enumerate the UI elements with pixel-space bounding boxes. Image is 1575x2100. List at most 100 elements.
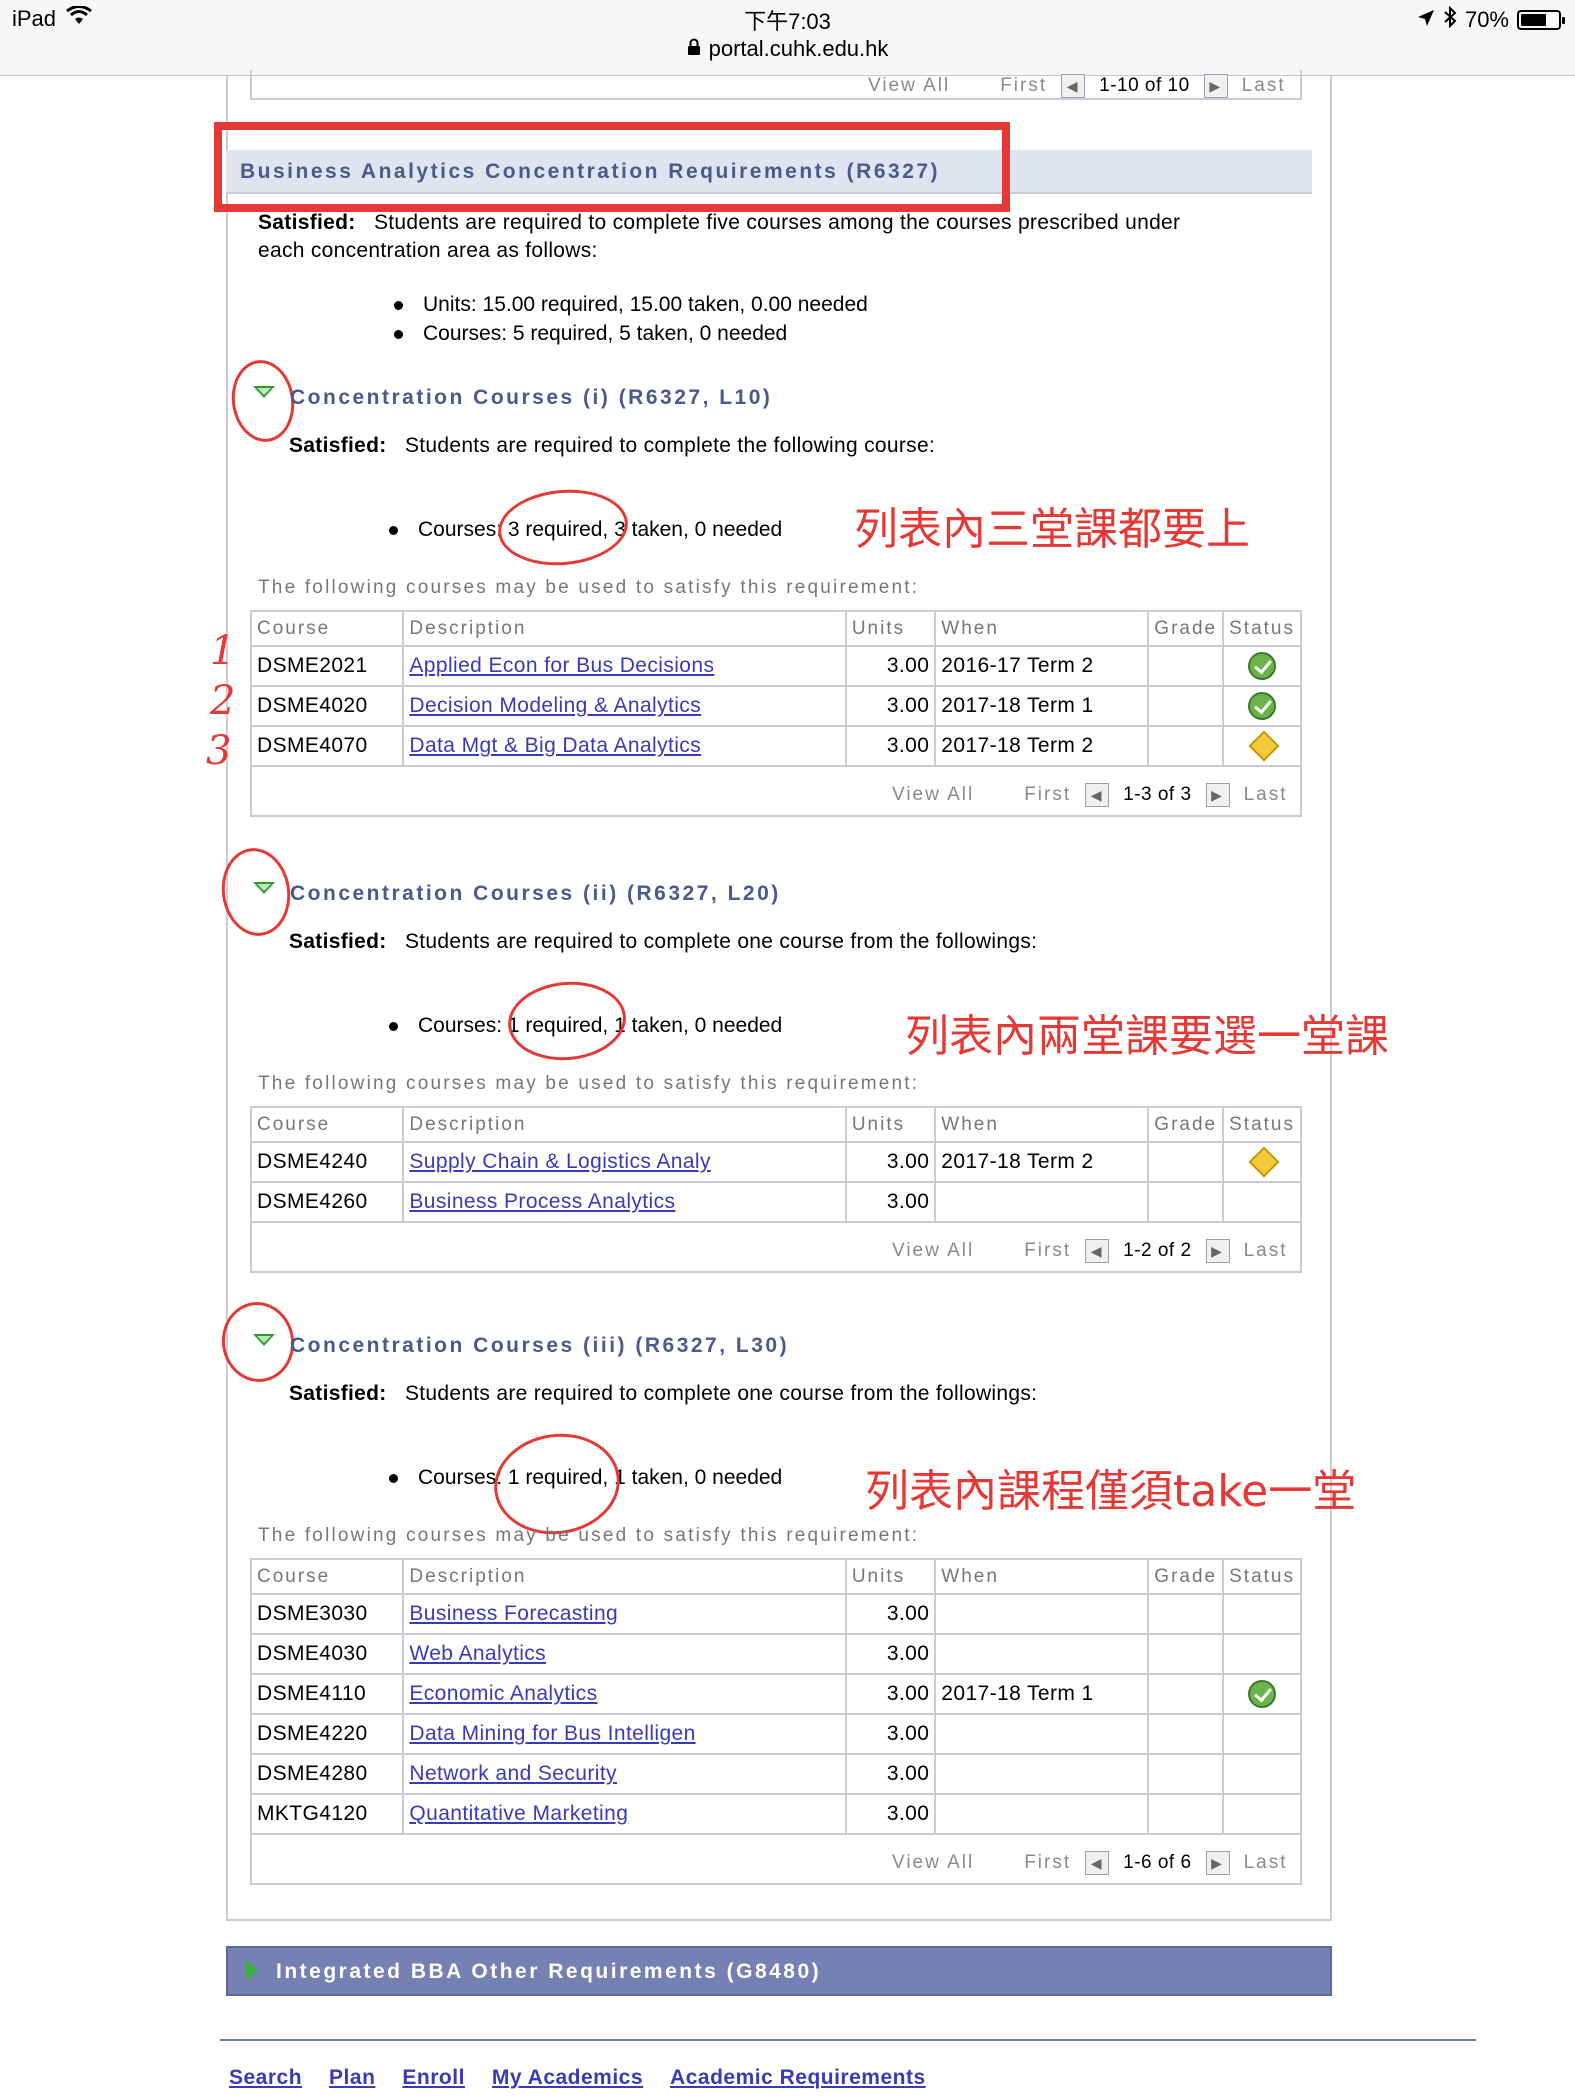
column-header-status[interactable]: Status bbox=[1223, 1560, 1300, 1595]
footer-divider bbox=[220, 2039, 1476, 2041]
column-header-units[interactable]: Units bbox=[845, 1108, 937, 1143]
table-row: DSME4110 Economic Analytics 3.00 2017-18… bbox=[252, 1674, 1300, 1715]
other-requirements-header[interactable]: Integrated BBA Other Requirements (G8480… bbox=[226, 1946, 1332, 1996]
table-row: MKTG4120 Quantitative Marketing 3.00 bbox=[252, 1794, 1300, 1835]
next-arrow-icon[interactable]: ▶ bbox=[1205, 1239, 1230, 1263]
courses-table: Course Description Units When Grade Stat… bbox=[250, 610, 1302, 817]
in-progress-diamond-icon bbox=[1248, 1146, 1280, 1179]
url-text: portal.cuhk.edu.hk bbox=[708, 36, 889, 61]
course-link[interactable]: Business Forecasting bbox=[409, 1602, 618, 1625]
units-cell: 3.00 bbox=[845, 1182, 937, 1223]
page-count: 1-10 of 10 bbox=[1099, 75, 1190, 96]
column-header-grade[interactable]: Grade bbox=[1148, 1560, 1225, 1595]
column-header-grade[interactable]: Grade bbox=[1148, 612, 1225, 647]
first-link[interactable]: First bbox=[1000, 75, 1047, 97]
course-link[interactable]: Business Process Analytics bbox=[409, 1190, 675, 1213]
handwritten-note: 列表內三堂課都要上 bbox=[854, 504, 1250, 555]
prev-arrow-icon[interactable]: ◀ bbox=[1061, 74, 1086, 98]
course-link[interactable]: Web Analytics bbox=[409, 1642, 546, 1665]
column-header-description[interactable]: Description bbox=[403, 612, 847, 647]
course-link[interactable]: Supply Chain & Logistics Analy bbox=[409, 1150, 711, 1173]
nav-link-plan[interactable]: Plan bbox=[329, 2066, 375, 2090]
prev-arrow-icon[interactable]: ◀ bbox=[1085, 783, 1110, 807]
last-link[interactable]: Last bbox=[1244, 1240, 1288, 1262]
grade-cell bbox=[1148, 1142, 1225, 1183]
handwritten-note: 列表內課程僅須take一堂 bbox=[865, 1466, 1357, 1517]
units-cell: 3.00 bbox=[845, 1754, 937, 1795]
when-cell: 2016-17 Term 2 bbox=[935, 646, 1150, 687]
units-cell: 3.00 bbox=[845, 1794, 937, 1835]
units-cell: 3.00 bbox=[845, 1594, 937, 1635]
course-link[interactable]: Data Mgt & Big Data Analytics bbox=[409, 734, 701, 757]
first-link[interactable]: First bbox=[1024, 1852, 1071, 1874]
table-pager: View All First ◀ 1-3 of 3 ▶ Last bbox=[892, 783, 1287, 807]
column-header-course[interactable]: Course bbox=[252, 1560, 405, 1595]
courses-bullet: Courses: 5 required, 5 taken, 0 needed bbox=[394, 322, 787, 346]
units-bullet: Units: 15.00 required, 15.00 taken, 0.00… bbox=[394, 293, 868, 317]
grade-cell bbox=[1148, 1754, 1225, 1795]
column-header-units[interactable]: Units bbox=[845, 612, 937, 647]
units-cell: 3.00 bbox=[845, 1142, 937, 1183]
course-link[interactable]: Data Mining for Bus Intelligen bbox=[409, 1722, 695, 1745]
address-bar[interactable]: portal.cuhk.edu.hk bbox=[0, 36, 1575, 62]
column-header-description[interactable]: Description bbox=[403, 1108, 847, 1143]
units-cell: 3.00 bbox=[845, 1634, 937, 1675]
grade-cell bbox=[1148, 726, 1225, 767]
nav-link-enroll[interactable]: Enroll bbox=[402, 2066, 465, 2090]
last-link[interactable]: Last bbox=[1244, 784, 1288, 806]
expand-triangle-icon[interactable] bbox=[246, 1960, 258, 1980]
first-link[interactable]: First bbox=[1024, 784, 1071, 806]
next-arrow-icon[interactable]: ▶ bbox=[1205, 1851, 1230, 1875]
column-header-status[interactable]: Status bbox=[1223, 1108, 1300, 1143]
when-cell bbox=[935, 1714, 1150, 1755]
course-link[interactable]: Quantitative Marketing bbox=[409, 1802, 628, 1825]
group-title: Concentration Courses (ii) (R6327, L20) bbox=[290, 882, 781, 905]
course-code: DSME4240 bbox=[252, 1142, 405, 1183]
course-link[interactable]: Network and Security bbox=[409, 1762, 617, 1785]
view-all-link[interactable]: View All bbox=[892, 1240, 974, 1262]
view-all-link[interactable]: View All bbox=[892, 1852, 974, 1874]
first-link[interactable]: First bbox=[1024, 1240, 1071, 1262]
when-cell: 2017-18 Term 1 bbox=[935, 1674, 1150, 1715]
column-header-course[interactable]: Course bbox=[252, 1108, 405, 1143]
other-requirements-title: Integrated BBA Other Requirements (G8480… bbox=[276, 1960, 822, 1983]
column-header-course[interactable]: Course bbox=[252, 612, 405, 647]
nav-link-my-academics[interactable]: My Academics bbox=[492, 2066, 643, 2090]
course-code: DSME4280 bbox=[252, 1754, 405, 1795]
grade-cell bbox=[1148, 1794, 1225, 1835]
grade-cell bbox=[1148, 646, 1225, 687]
page-count: 1-2 of 2 bbox=[1123, 1240, 1192, 1261]
ios-status-bar: iPad 下午7:03 portal.cuhk.edu.hk 70% bbox=[0, 0, 1575, 76]
lock-icon bbox=[687, 36, 701, 62]
last-link[interactable]: Last bbox=[1244, 1852, 1288, 1874]
last-link[interactable]: Last bbox=[1242, 75, 1286, 97]
column-header-grade[interactable]: Grade bbox=[1148, 1108, 1225, 1143]
next-arrow-icon[interactable]: ▶ bbox=[1205, 783, 1230, 807]
when-cell: 2017-18 Term 2 bbox=[935, 1142, 1150, 1183]
column-header-when[interactable]: When bbox=[935, 1560, 1150, 1595]
column-header-description[interactable]: Description bbox=[403, 1560, 847, 1595]
units-cell: 3.00 bbox=[845, 1674, 937, 1715]
course-link[interactable]: Decision Modeling & Analytics bbox=[409, 694, 701, 717]
table-row: DSME4020 Decision Modeling & Analytics 3… bbox=[252, 686, 1300, 727]
nav-link-academic-requirements[interactable]: Academic Requirements bbox=[670, 2066, 926, 2090]
course-link[interactable]: Economic Analytics bbox=[409, 1682, 597, 1705]
course-link[interactable]: Applied Econ for Bus Decisions bbox=[409, 654, 714, 677]
column-header-units[interactable]: Units bbox=[845, 1560, 937, 1595]
units-cell: 3.00 bbox=[845, 1714, 937, 1755]
column-header-when[interactable]: When bbox=[935, 612, 1150, 647]
next-arrow-icon[interactable]: ▶ bbox=[1203, 74, 1228, 98]
prev-arrow-icon[interactable]: ◀ bbox=[1085, 1851, 1110, 1875]
view-all-link[interactable]: View All bbox=[868, 75, 950, 97]
view-all-link[interactable]: View All bbox=[892, 784, 974, 806]
column-header-when[interactable]: When bbox=[935, 1108, 1150, 1143]
group-title: Concentration Courses (i) (R6327, L10) bbox=[290, 386, 773, 409]
group-description: Satisfied: Students are required to comp… bbox=[289, 1382, 1038, 1405]
prev-arrow-icon[interactable]: ◀ bbox=[1085, 1239, 1110, 1263]
courses-table: Course Description Units When Grade Stat… bbox=[250, 1558, 1302, 1885]
nav-link-search[interactable]: Search bbox=[229, 2066, 302, 2090]
taken-check-icon bbox=[1248, 692, 1277, 720]
grade-cell bbox=[1148, 686, 1225, 727]
following-text: The following courses may be used to sat… bbox=[258, 577, 920, 598]
column-header-status[interactable]: Status bbox=[1223, 612, 1300, 647]
